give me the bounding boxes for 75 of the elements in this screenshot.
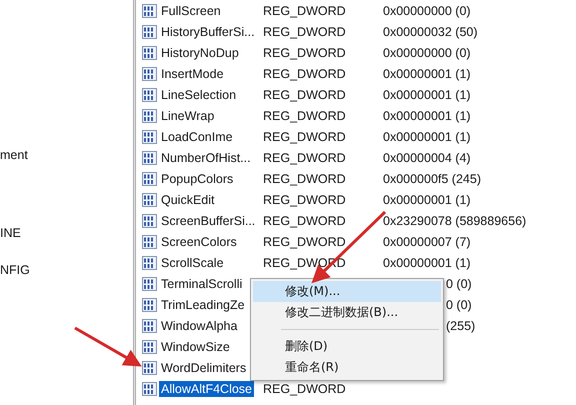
binary-value-icon xyxy=(142,276,157,290)
value-type: REG_DWORD xyxy=(263,46,346,60)
binary-value-icon xyxy=(142,340,157,354)
value-type: REG_DWORD xyxy=(263,192,346,206)
value-name[interactable]: HistoryNoDup xyxy=(159,44,241,60)
binary-value-icon xyxy=(142,214,157,228)
tree-item[interactable]: ment xyxy=(0,146,133,165)
binary-value-icon xyxy=(142,172,157,186)
value-data: 0x00000007 (7) xyxy=(383,234,471,248)
value-name[interactable]: QuickEdit xyxy=(159,192,216,208)
binary-value-icon xyxy=(142,318,157,332)
value-name[interactable]: WindowAlpha xyxy=(159,318,240,334)
value-type: REG_DWORD xyxy=(263,130,346,144)
value-name[interactable]: WordDelimiters xyxy=(159,360,248,376)
tree-item[interactable]: INE xyxy=(0,224,133,243)
binary-value-icon xyxy=(142,256,157,270)
value-name[interactable]: ScreenColors xyxy=(159,234,239,250)
value-type: REG_DWORD xyxy=(263,172,346,186)
value-type: REG_DWORD xyxy=(263,24,346,38)
value-name[interactable]: ScreenBufferSi... xyxy=(159,212,258,228)
value-data: 0x00000001 (1) xyxy=(383,192,471,206)
binary-value-icon xyxy=(142,108,157,122)
value-name[interactable]: TerminalScrolli xyxy=(159,276,244,292)
value-name[interactable]: LoadConIme xyxy=(159,128,235,144)
value-data: 0x00000001 (1) xyxy=(383,256,471,270)
value-type: REG_DWORD xyxy=(263,382,346,396)
value-name[interactable]: LineSelection xyxy=(159,86,238,102)
value-name[interactable]: NumberOfHist... xyxy=(159,150,253,166)
binary-value-icon xyxy=(142,130,157,144)
value-name[interactable]: TrimLeadingZe xyxy=(159,296,247,312)
value-type: REG_DWORD xyxy=(263,88,346,102)
value-name[interactable]: HistoryBufferSi... xyxy=(159,24,257,40)
binary-value-icon xyxy=(142,4,157,18)
value-data: 0x000000f5 (245) xyxy=(383,172,481,186)
value-name[interactable]: ScrollScale xyxy=(159,254,226,270)
value-type: REG_DWORD xyxy=(263,4,346,18)
value-data: 0x23290078 (589889656) xyxy=(383,214,526,228)
value-data: (255) xyxy=(446,318,476,332)
value-data: 0x00000004 (4) xyxy=(383,150,471,164)
binary-value-icon xyxy=(142,24,157,38)
binary-value-icon xyxy=(142,46,157,60)
value-data: 0x00000000 (0) xyxy=(383,46,471,60)
value-type: REG_DWORD xyxy=(263,214,346,228)
value-name[interactable]: AllowAltF4Close xyxy=(159,380,254,396)
value-name[interactable]: WindowSize xyxy=(159,338,232,354)
value-data: 0 (0) xyxy=(446,298,472,312)
arrow xyxy=(74,326,142,366)
value-data: 0x00000000 (0) xyxy=(383,4,471,18)
value-name[interactable]: FullScreen xyxy=(159,2,223,18)
menu-item[interactable]: 修改(M)... xyxy=(253,281,441,302)
binary-value-icon xyxy=(142,234,157,248)
binary-value-icon xyxy=(142,382,157,396)
tree-item[interactable]: NFIG xyxy=(0,261,133,280)
value-data: 0x00000032 (50) xyxy=(383,24,478,38)
binary-value-icon xyxy=(142,66,157,80)
binary-value-icon xyxy=(142,192,157,206)
value-type: REG_DWORD xyxy=(263,234,346,248)
binary-value-icon xyxy=(142,150,157,164)
menu-item[interactable]: 删除(D) xyxy=(253,336,441,357)
value-type: REG_DWORD xyxy=(263,66,346,80)
value-data: 0x00000001 (1) xyxy=(383,108,471,122)
menu-item[interactable]: 重命名(R) xyxy=(253,357,441,378)
binary-value-icon xyxy=(142,360,157,374)
menu-item[interactable]: 修改二进制数据(B)... xyxy=(253,302,441,323)
value-type: REG_DWORD xyxy=(263,108,346,122)
value-data: 0 (0) xyxy=(446,276,472,290)
value-data: 0x00000001 (1) xyxy=(383,66,471,80)
value-name[interactable]: LineWrap xyxy=(159,108,216,124)
value-name[interactable]: InsertMode xyxy=(159,66,226,82)
value-data: 0x00000001 (1) xyxy=(383,88,471,102)
value-type: REG_DWORD xyxy=(263,150,346,164)
binary-value-icon xyxy=(142,298,157,312)
value-name[interactable]: PopupColors xyxy=(159,170,236,186)
binary-value-icon xyxy=(142,88,157,102)
value-data: 0x00000001 (1) xyxy=(383,130,471,144)
